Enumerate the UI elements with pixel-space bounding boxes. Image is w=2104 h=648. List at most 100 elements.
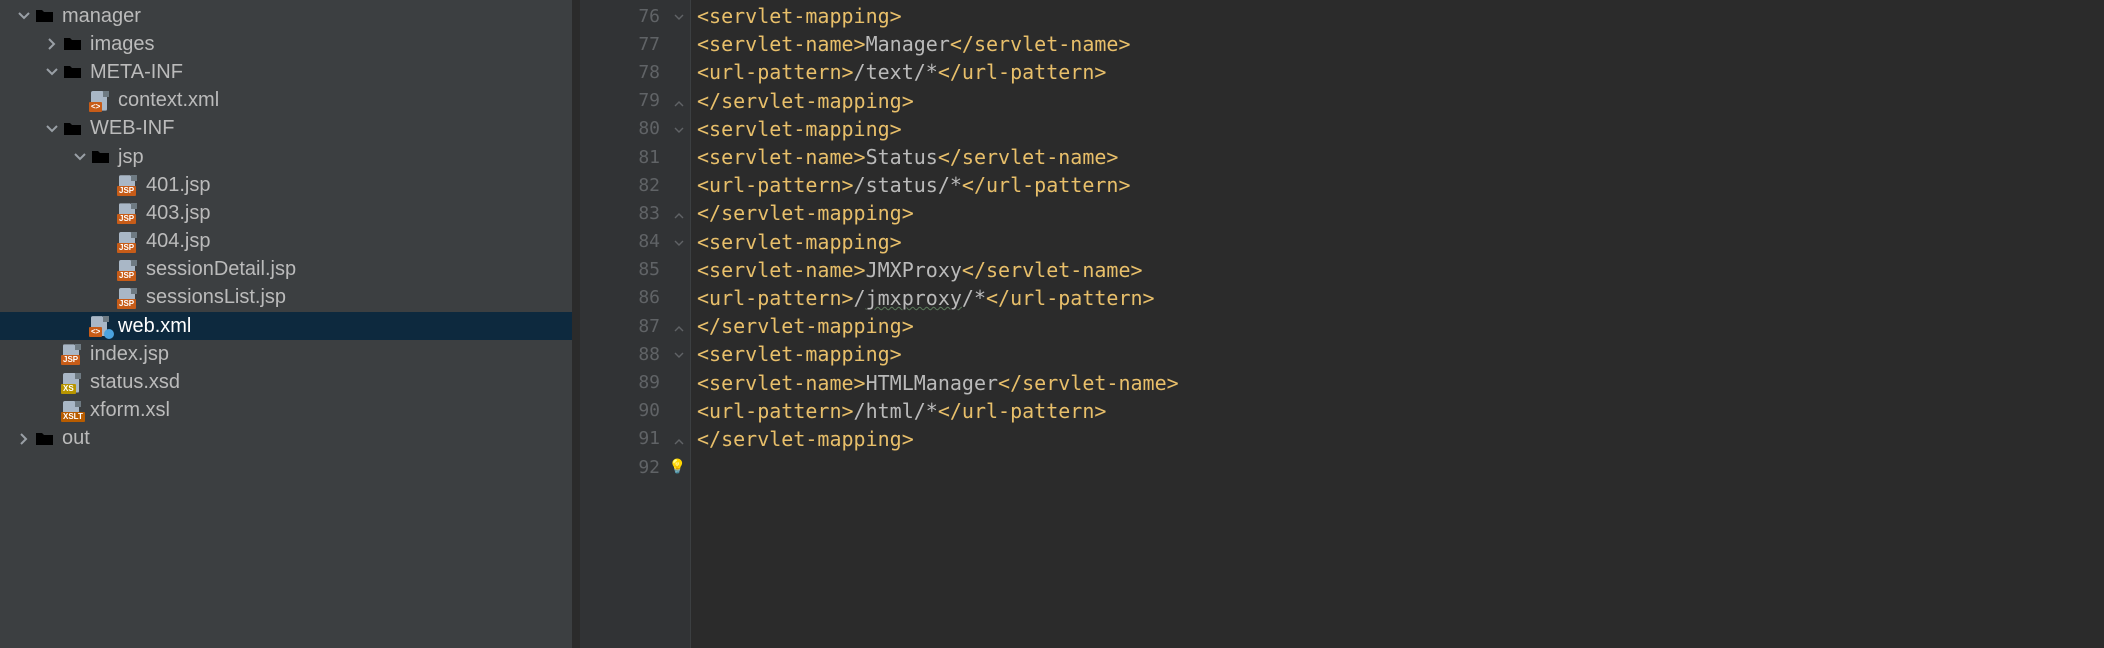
gutter-line-number[interactable]: 91 bbox=[580, 425, 690, 453]
fold-start-icon[interactable] bbox=[672, 347, 686, 361]
tree-item[interactable]: JSP sessionDetail.jsp bbox=[0, 256, 572, 284]
tree-item[interactable]: JSP sessionsList.jsp bbox=[0, 284, 572, 312]
fold-end-icon[interactable] bbox=[672, 206, 686, 220]
editor-gutter[interactable]: 7677787980818283848586878889909192💡 bbox=[580, 0, 691, 648]
chevron-down-icon[interactable] bbox=[42, 122, 62, 136]
code-line[interactable]: <servlet-name>HTMLManager</servlet-name> bbox=[697, 368, 2104, 396]
code-token-tag: </servlet-name> bbox=[938, 145, 1119, 169]
tree-item[interactable]: <> context.xml bbox=[0, 87, 572, 115]
code-line[interactable]: <url-pattern>/status/*</url-pattern> bbox=[697, 171, 2104, 199]
tree-item[interactable]: <> web.xml bbox=[0, 312, 572, 340]
code-line[interactable]: <servlet-mapping> bbox=[697, 340, 2104, 368]
gutter-line-number[interactable]: 90 bbox=[580, 397, 690, 425]
gutter-line-number[interactable]: 88 bbox=[580, 340, 690, 368]
code-line[interactable]: <servlet-mapping> bbox=[697, 115, 2104, 143]
editor-margin bbox=[572, 0, 580, 648]
code-token-tag: <servlet-name> bbox=[697, 371, 866, 395]
xsd-file-icon: XS bbox=[62, 373, 84, 393]
code-line[interactable]: <servlet-mapping> bbox=[697, 228, 2104, 256]
code-token-txt: /status/* bbox=[854, 173, 962, 197]
code-line[interactable]: <url-pattern>/text/*</url-pattern> bbox=[697, 58, 2104, 86]
code-line[interactable]: <servlet-mapping> bbox=[697, 2, 2104, 30]
tree-item[interactable]: XSLT xform.xsl bbox=[0, 397, 572, 425]
code-token-tag: <servlet-mapping> bbox=[697, 117, 902, 141]
folder-icon bbox=[62, 62, 84, 82]
editor-code-area[interactable]: <servlet-mapping> <servlet-name>Manager<… bbox=[691, 0, 2104, 648]
tree-item[interactable]: jsp bbox=[0, 143, 572, 171]
tree-item[interactable]: manager bbox=[0, 2, 572, 30]
tree-item[interactable]: JSP 401.jsp bbox=[0, 171, 572, 199]
gutter-line-number[interactable]: 80 bbox=[580, 115, 690, 143]
tree-item-label: context.xml bbox=[118, 89, 219, 112]
gutter-line-number[interactable]: 85 bbox=[580, 256, 690, 284]
chevron-down-icon[interactable] bbox=[70, 150, 90, 164]
tree-item[interactable]: XS status.xsd bbox=[0, 368, 572, 396]
tree-item[interactable]: META-INF bbox=[0, 58, 572, 86]
folder-icon bbox=[34, 429, 56, 449]
gutter-line-number[interactable]: 78 bbox=[580, 58, 690, 86]
gutter-line-number[interactable]: 82 bbox=[580, 171, 690, 199]
fold-end-icon[interactable] bbox=[672, 94, 686, 108]
jsp-file-icon: JSP bbox=[62, 344, 84, 364]
gutter-line-number[interactable]: 86 bbox=[580, 284, 690, 312]
gutter-line-number[interactable]: 92💡 bbox=[580, 453, 690, 481]
jsp-file-icon: JSP bbox=[118, 175, 140, 195]
gutter-line-number[interactable]: 76 bbox=[580, 2, 690, 30]
code-token-txt: jmxproxy bbox=[866, 286, 962, 310]
gutter-line-number[interactable]: 81 bbox=[580, 143, 690, 171]
code-line[interactable]: </servlet-mapping> bbox=[697, 199, 2104, 227]
project-tree-panel[interactable]: managerimagesMETA-INF <> context.xmlWEB-… bbox=[0, 0, 572, 648]
jsp-file-icon: JSP bbox=[118, 232, 140, 252]
code-token-tag: <servlet-name> bbox=[697, 145, 866, 169]
tree-item[interactable]: JSP index.jsp bbox=[0, 340, 572, 368]
fold-end-icon[interactable] bbox=[672, 432, 686, 446]
code-token-tag: <url-pattern> bbox=[697, 60, 854, 84]
intention-bulb-icon[interactable]: 💡 bbox=[669, 459, 686, 475]
code-token-tag: </servlet-mapping> bbox=[697, 314, 914, 338]
code-line[interactable] bbox=[697, 453, 2104, 481]
xml-file-icon: <> bbox=[90, 91, 112, 111]
code-token-tag: </servlet-mapping> bbox=[697, 89, 914, 113]
chevron-down-icon[interactable] bbox=[14, 9, 34, 23]
tree-item[interactable]: WEB-INF bbox=[0, 115, 572, 143]
code-line[interactable]: <servlet-name>JMXProxy</servlet-name> bbox=[697, 256, 2104, 284]
tree-item[interactable]: out bbox=[0, 425, 572, 453]
tree-item[interactable]: JSP 403.jsp bbox=[0, 199, 572, 227]
tree-item[interactable]: images bbox=[0, 30, 572, 58]
code-line[interactable]: <servlet-name>Manager</servlet-name> bbox=[697, 30, 2104, 58]
code-token-tag: </servlet-mapping> bbox=[697, 427, 914, 451]
code-token-txt: JMXProxy bbox=[866, 258, 962, 282]
fold-end-icon[interactable] bbox=[672, 319, 686, 333]
tree-item-label: manager bbox=[62, 5, 141, 28]
gutter-line-number[interactable]: 83 bbox=[580, 199, 690, 227]
code-line[interactable]: </servlet-mapping> bbox=[697, 425, 2104, 453]
code-line[interactable]: </servlet-mapping> bbox=[697, 87, 2104, 115]
code-token-txt: /html/* bbox=[854, 399, 938, 423]
gutter-line-number[interactable]: 84 bbox=[580, 228, 690, 256]
gutter-line-number[interactable]: 87 bbox=[580, 312, 690, 340]
code-token-tag: </servlet-name> bbox=[998, 371, 1179, 395]
fold-start-icon[interactable] bbox=[672, 235, 686, 249]
tree-item-label: 404.jsp bbox=[146, 230, 211, 253]
chevron-down-icon[interactable] bbox=[42, 65, 62, 79]
code-line[interactable]: <url-pattern>/jmxproxy/*</url-pattern> bbox=[697, 284, 2104, 312]
code-token-tag: </url-pattern> bbox=[962, 173, 1131, 197]
tree-item-label: sessionsList.jsp bbox=[146, 286, 286, 309]
code-line[interactable]: <servlet-name>Status</servlet-name> bbox=[697, 143, 2104, 171]
gutter-line-number[interactable]: 89 bbox=[580, 368, 690, 396]
code-line[interactable]: </servlet-mapping> bbox=[697, 312, 2104, 340]
gutter-line-number[interactable]: 77 bbox=[580, 30, 690, 58]
code-line[interactable]: <url-pattern>/html/*</url-pattern> bbox=[697, 397, 2104, 425]
fold-start-icon[interactable] bbox=[672, 122, 686, 136]
fold-start-icon[interactable] bbox=[672, 9, 686, 23]
tree-item[interactable]: JSP 404.jsp bbox=[0, 228, 572, 256]
code-token-tag: <servlet-mapping> bbox=[697, 4, 902, 28]
tree-item-label: index.jsp bbox=[90, 343, 169, 366]
gutter-line-number[interactable]: 79 bbox=[580, 87, 690, 115]
tree-item-label: 401.jsp bbox=[146, 174, 211, 197]
jsp-file-icon: JSP bbox=[118, 288, 140, 308]
chevron-right-icon[interactable] bbox=[14, 432, 34, 446]
chevron-right-icon[interactable] bbox=[42, 37, 62, 51]
xml-conf-file-icon: <> bbox=[90, 316, 112, 336]
jsp-file-icon: JSP bbox=[118, 260, 140, 280]
